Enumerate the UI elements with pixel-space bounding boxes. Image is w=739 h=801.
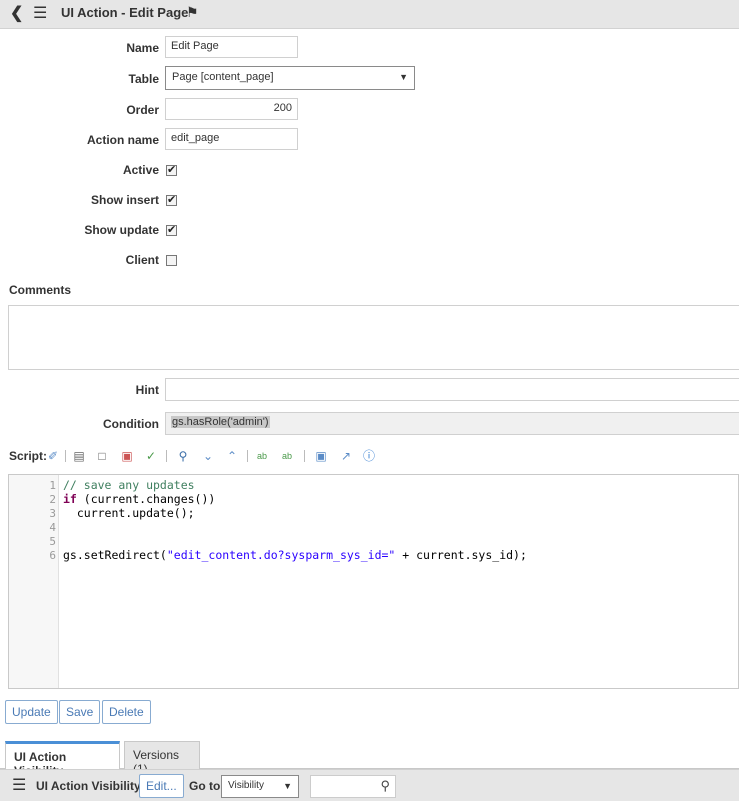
goto-select[interactable]: Visibility ▼ — [221, 775, 299, 798]
line-number-gutter: 1 2 3 4 5 6 — [9, 475, 59, 688]
help-icon[interactable]: ⓘ — [362, 449, 376, 463]
toolbar-separator — [247, 450, 248, 462]
toolbar-separator — [166, 450, 167, 462]
order-label: Order — [126, 103, 159, 117]
action-name-label: Action name — [86, 133, 159, 147]
caret-down-icon: ▼ — [399, 72, 408, 82]
code-line: gs.setRedirect("edit_content.do?sysparm_… — [63, 548, 527, 562]
search-icon[interactable]: ⚲ — [176, 449, 190, 463]
comments-textarea[interactable] — [8, 305, 739, 370]
show-insert-label: Show insert — [90, 193, 159, 207]
chevron-left-icon[interactable]: ❮ — [10, 5, 23, 23]
code-line: // save any updates — [63, 478, 195, 492]
goto-label: Go to — [189, 779, 221, 793]
check-syntax-icon[interactable]: ✓ — [144, 449, 158, 463]
action-name-input[interactable]: edit_page — [165, 128, 298, 150]
condition-input[interactable]: gs.hasRole('admin') — [165, 412, 739, 435]
order-input[interactable]: 200 — [165, 98, 298, 120]
toolbar-separator — [304, 450, 305, 462]
active-checkbox[interactable]: ✔ — [166, 164, 177, 176]
chevron-down-icon[interactable]: ⌄ — [201, 449, 215, 463]
check-icon: ✔ — [167, 194, 177, 206]
tab-ui-action-visibility[interactable]: UI Action Visibility — [5, 741, 120, 778]
search-input[interactable]: ⚲ — [310, 775, 396, 798]
code-keyword: if — [63, 492, 77, 506]
client-checkbox[interactable] — [166, 255, 177, 266]
script-editor[interactable]: 1 2 3 4 5 6 // save any updates if (curr… — [8, 474, 739, 689]
hamburger-icon[interactable]: ☰ — [33, 5, 47, 23]
goto-select-value: Visibility — [228, 780, 264, 791]
code-text: (current.changes()) — [76, 492, 216, 506]
toolbar-separator — [65, 450, 66, 462]
replace-icon[interactable]: ab — [255, 449, 269, 463]
active-label: Active — [122, 163, 159, 177]
save-script-icon[interactable]: ▣ — [314, 449, 328, 463]
check-icon: ✔ — [167, 224, 177, 236]
check-icon: ✔ — [167, 164, 177, 176]
page-title: UI Action - Edit Page — [61, 5, 189, 20]
code-line: if (current.changes()) — [63, 492, 215, 506]
chevron-up-icon[interactable]: ⌃ — [225, 449, 239, 463]
show-update-label: Show update — [84, 223, 159, 237]
condition-value: gs.hasRole('admin') — [171, 416, 270, 428]
line-number: 6 — [49, 549, 56, 562]
name-input[interactable]: Edit Page — [165, 36, 298, 58]
code-text: + current.sys_id); — [395, 548, 527, 562]
related-list-title: UI Action Visibility — [36, 779, 141, 793]
condition-label: Condition — [103, 417, 159, 431]
toggle-syntax-icon[interactable]: ✐ — [46, 449, 60, 463]
update-button[interactable]: Update — [5, 700, 58, 724]
hint-input[interactable] — [165, 378, 739, 401]
show-update-checkbox[interactable]: ✔ — [166, 224, 177, 236]
line-number: 1 — [49, 479, 56, 492]
line-number: 2 — [49, 493, 56, 506]
tab-versions[interactable]: Versions (1) — [124, 741, 200, 776]
related-list-header: ☰ UI Action Visibility Edit... Go to Vis… — [0, 769, 739, 801]
save-button[interactable]: Save — [59, 700, 101, 724]
format-code-icon[interactable]: ▤ — [72, 449, 86, 463]
uncomment-icon[interactable]: ▣ — [120, 449, 134, 463]
tag-icon[interactable]: ⚑ — [186, 3, 199, 21]
hamburger-icon[interactable]: ☰ — [12, 775, 26, 795]
hint-label: Hint — [135, 383, 159, 397]
delete-button[interactable]: Delete — [102, 700, 151, 724]
caret-down-icon: ▼ — [283, 781, 292, 791]
table-select[interactable]: Page [content_page] ▼ — [165, 66, 415, 90]
name-label: Name — [126, 41, 159, 55]
client-label: Client — [125, 253, 159, 267]
code-line: current.update(); — [63, 506, 195, 520]
table-label: Table — [128, 72, 159, 86]
table-select-value: Page [content_page] — [172, 71, 274, 83]
line-number: 5 — [49, 535, 56, 548]
search-icon[interactable]: ⚲ — [380, 778, 390, 794]
code-string: "edit_content.do?sysparm_sys_id=" — [166, 548, 396, 562]
comment-icon[interactable]: □ — [95, 449, 109, 463]
replace-all-icon[interactable]: ab — [280, 449, 294, 463]
code-text: gs.setRedirect( — [63, 548, 167, 562]
edit-button[interactable]: Edit... — [139, 774, 184, 798]
line-number: 4 — [49, 521, 56, 534]
fullscreen-icon[interactable]: ↗ — [339, 449, 353, 463]
show-insert-checkbox[interactable]: ✔ — [166, 194, 177, 206]
line-number: 3 — [49, 507, 56, 520]
form-header: ❮ ☰ UI Action - Edit Page ⚑ — [0, 0, 739, 29]
comments-label: Comments — [9, 283, 72, 297]
script-label: Script: — [9, 449, 48, 463]
